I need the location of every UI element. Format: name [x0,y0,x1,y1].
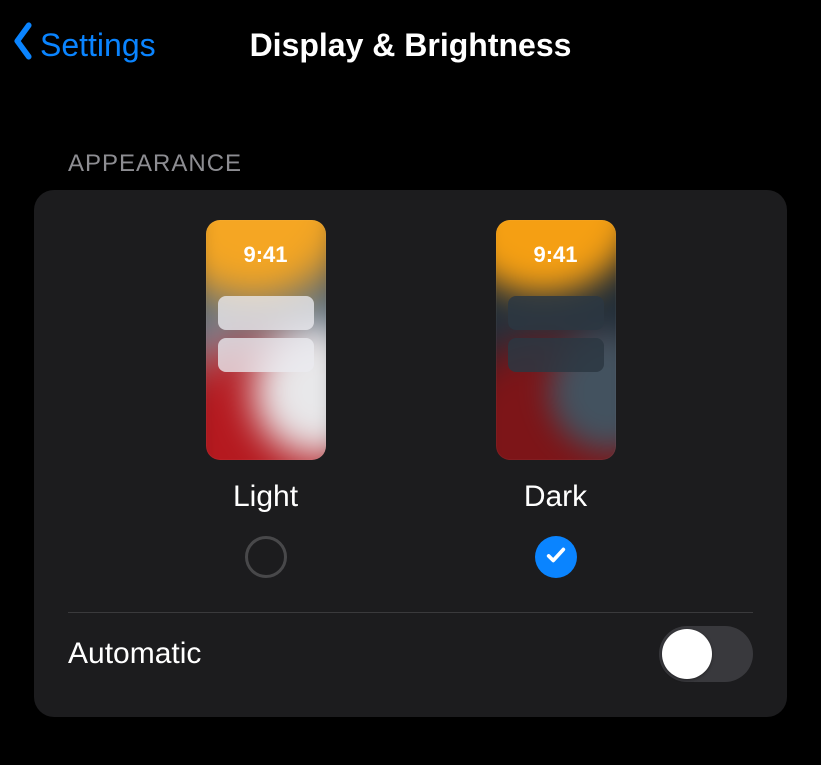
navbar: Settings Display & Brightness [0,0,821,90]
light-preview: 9:41 [206,220,326,460]
light-notification-placeholder [218,296,314,330]
automatic-toggle[interactable] [659,626,753,682]
appearance-section-header: APPEARANCE [68,150,787,178]
light-label: Light [233,480,298,514]
dark-notification-placeholder [508,296,604,330]
toggle-knob [662,629,712,679]
checkmark-icon [545,544,567,571]
dark-notification-placeholder [508,338,604,372]
dark-radio[interactable] [535,536,577,578]
preview-time: 9:41 [206,242,326,268]
automatic-label: Automatic [68,637,201,671]
light-radio[interactable] [245,536,287,578]
appearance-option-light[interactable]: 9:41 Light [206,220,326,578]
back-label: Settings [40,27,156,64]
chevron-left-icon [10,21,36,69]
light-notification-placeholder [218,338,314,372]
appearance-option-dark[interactable]: 9:41 Dark [496,220,616,578]
automatic-row: Automatic [68,613,753,695]
back-button[interactable]: Settings [10,21,156,69]
preview-time: 9:41 [496,242,616,268]
appearance-card: 9:41 Light 9:41 Dark [34,190,787,717]
dark-label: Dark [524,480,587,514]
dark-preview: 9:41 [496,220,616,460]
